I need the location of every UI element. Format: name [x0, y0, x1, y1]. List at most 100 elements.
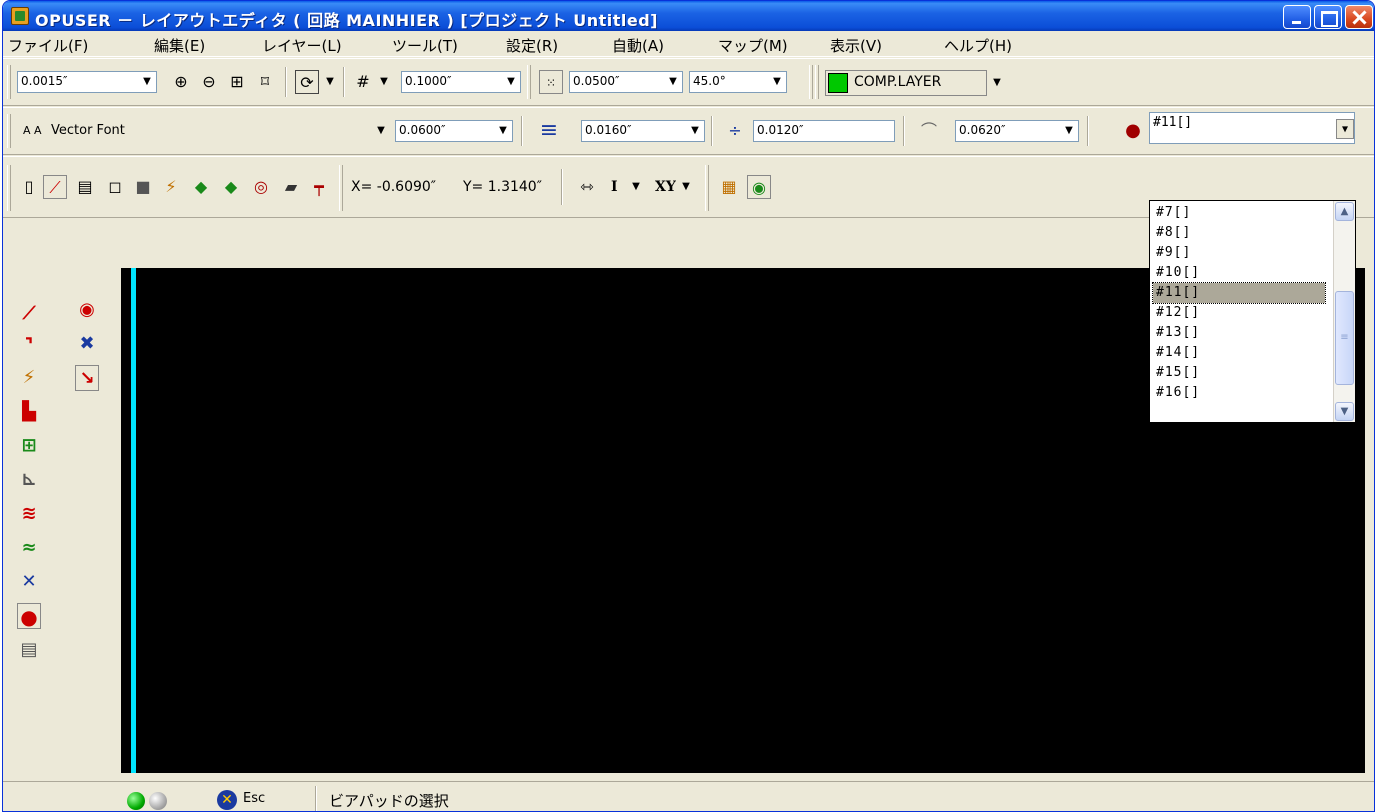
- dropdown-scrollbar[interactable]: ▲ ≡ ▼: [1333, 201, 1355, 422]
- via-move-icon[interactable]: ↘: [75, 365, 99, 391]
- i-button[interactable]: I: [611, 179, 618, 195]
- chevron-down-icon[interactable]: ▼: [1060, 121, 1078, 141]
- grid-icon[interactable]: #: [351, 70, 375, 94]
- measure-icon[interactable]: ⇿: [575, 175, 599, 199]
- angle-combo[interactable]: 45.0° ▼: [689, 71, 787, 93]
- check-tool-icon[interactable]: ⚡: [17, 365, 41, 391]
- layers-icon[interactable]: ▦: [717, 175, 741, 199]
- list-item[interactable]: #14[]: [1153, 343, 1325, 363]
- chevron-down-icon[interactable]: ▼: [321, 72, 339, 92]
- menu-layer[interactable]: レイヤー(L): [259, 34, 345, 57]
- menu-settings[interactable]: 設定(R): [503, 34, 561, 57]
- toolbar-grip[interactable]: [809, 65, 813, 99]
- list-item[interactable]: #7[]: [1153, 203, 1325, 223]
- menu-view[interactable]: 表示(V): [827, 34, 885, 57]
- check-tool-icon[interactable]: ⚡: [159, 175, 183, 199]
- chevron-down-icon[interactable]: ▼: [988, 73, 1006, 93]
- via-select-icon[interactable]: ●: [17, 603, 41, 629]
- menu-map[interactable]: マップ(M): [715, 34, 791, 57]
- via-add-icon[interactable]: ◉: [75, 297, 99, 323]
- list-item[interactable]: #9[]: [1153, 243, 1325, 263]
- scrollbar-thumb[interactable]: ≡: [1335, 291, 1354, 385]
- chevron-down-icon[interactable]: ▼: [1336, 119, 1354, 139]
- component-icon[interactable]: ▯: [17, 175, 41, 199]
- chevron-down-icon[interactable]: ▼: [768, 72, 786, 92]
- snap-icon[interactable]: ⊾: [17, 467, 41, 493]
- drill-tool-icon[interactable]: ◎: [249, 175, 273, 199]
- redraw-icon[interactable]: ⟳: [295, 70, 319, 94]
- xy-button[interactable]: XY: [655, 179, 676, 195]
- esc-button[interactable]: ✕ Esc: [217, 788, 299, 811]
- toolbar-grip[interactable]: [815, 65, 819, 99]
- chevron-down-icon[interactable]: ▼: [677, 177, 695, 197]
- diff-pair-icon[interactable]: ≈: [17, 535, 41, 561]
- close-button[interactable]: [1345, 5, 1373, 29]
- via-pointer-icon[interactable]: ●: [1121, 119, 1145, 143]
- copper-tool-icon[interactable]: ◆: [189, 175, 213, 199]
- layer-select[interactable]: COMP.LAYER ▼: [825, 70, 1001, 96]
- scroll-down-icon[interactable]: ▼: [1335, 402, 1354, 421]
- pour-tool-icon[interactable]: ◆: [219, 175, 243, 199]
- menu-edit[interactable]: 編集(E): [151, 34, 208, 57]
- chevron-down-icon[interactable]: ▼: [138, 72, 156, 92]
- chevron-down-icon[interactable]: ▼: [494, 121, 512, 141]
- layer-tool-icon[interactable]: ▰: [279, 175, 303, 199]
- minimize-button[interactable]: [1283, 5, 1311, 29]
- text-tool-icon[interactable]: ▤: [73, 175, 97, 199]
- zoom-fit-icon[interactable]: ⌑: [253, 70, 277, 94]
- pin-tool-icon[interactable]: ┯: [307, 175, 331, 199]
- zoom-window-icon[interactable]: ⊞: [225, 70, 249, 94]
- toolbar-grip[interactable]: [705, 165, 709, 211]
- zoom-in-icon[interactable]: ⊕: [169, 70, 193, 94]
- list-item-selected[interactable]: #11[]: [1152, 282, 1326, 304]
- menu-file[interactable]: ファイル(F): [5, 34, 91, 57]
- chevron-down-icon[interactable]: ▼: [664, 72, 682, 92]
- rect-tool-icon[interactable]: ◻: [103, 175, 127, 199]
- clearance-icon[interactable]: ÷: [723, 119, 747, 143]
- list-item[interactable]: #16[]: [1153, 383, 1325, 403]
- line-width-combo[interactable]: 0.0160″ ▼: [581, 120, 705, 142]
- chevron-down-icon[interactable]: ▼: [502, 72, 520, 92]
- zoom-combo[interactable]: 0.0015″ ▼: [17, 71, 157, 93]
- menu-auto[interactable]: 自動(A): [609, 34, 667, 57]
- list-item[interactable]: #10[]: [1153, 263, 1325, 283]
- properties-icon[interactable]: ▤: [17, 637, 41, 663]
- via-layer-dropdown-list[interactable]: #7[] #8[] #9[] #10[] #11[] #12[] #13[] #…: [1149, 200, 1356, 423]
- list-item[interactable]: #15[]: [1153, 363, 1325, 383]
- chevron-down-icon[interactable]: ▼: [627, 177, 645, 197]
- maximize-button[interactable]: [1314, 5, 1342, 29]
- toolbar-grip[interactable]: [7, 65, 11, 99]
- menu-tools[interactable]: ツール(T): [389, 34, 461, 57]
- bus-route-icon[interactable]: ≋: [17, 501, 41, 527]
- list-item[interactable]: #13[]: [1153, 323, 1325, 343]
- chevron-down-icon[interactable]: ▼: [686, 121, 704, 141]
- cross-icon[interactable]: ✕: [17, 569, 41, 595]
- text-height-combo[interactable]: 0.0600″ ▼: [395, 120, 513, 142]
- route-icon[interactable]: ⟋: [43, 175, 67, 199]
- font-combo[interactable]: Vector Font ▼: [47, 120, 391, 142]
- scroll-up-icon[interactable]: ▲: [1335, 202, 1354, 221]
- toolbar-grip[interactable]: [7, 114, 11, 148]
- trace-edit-icon[interactable]: ⌝: [17, 333, 41, 359]
- align-icon[interactable]: ⊞: [17, 433, 41, 459]
- title-bar[interactable]: OPUSER － レイアウトエディタ ( 回路 MAINHIER ) [プロジェ…: [3, 1, 1374, 31]
- arc-icon[interactable]: ⌒: [917, 119, 941, 143]
- via-delete-icon[interactable]: ✖: [75, 331, 99, 357]
- part-move-icon[interactable]: ▙: [17, 399, 41, 425]
- chevron-down-icon[interactable]: ▼: [372, 121, 390, 141]
- list-item[interactable]: #8[]: [1153, 223, 1325, 243]
- fill-tool-icon[interactable]: ■: [131, 175, 155, 199]
- toolbar-grip[interactable]: [7, 165, 11, 211]
- grid-combo[interactable]: 0.1000″ ▼: [401, 71, 521, 93]
- snap-combo[interactable]: 0.0500″ ▼: [569, 71, 683, 93]
- chevron-down-icon[interactable]: ▼: [375, 72, 393, 92]
- via-display-icon[interactable]: ◉: [747, 175, 771, 199]
- zoom-out-icon[interactable]: ⊖: [197, 70, 221, 94]
- arc-combo[interactable]: 0.0620″ ▼: [955, 120, 1079, 142]
- list-item[interactable]: #12[]: [1153, 303, 1325, 323]
- line-width-icon[interactable]: ≡: [537, 119, 561, 143]
- menu-help[interactable]: ヘルプ(H): [941, 34, 1015, 57]
- route-icon[interactable]: ⟋: [17, 301, 41, 327]
- snap-grid-icon[interactable]: ⁙: [539, 70, 563, 94]
- toolbar-grip[interactable]: [527, 65, 531, 99]
